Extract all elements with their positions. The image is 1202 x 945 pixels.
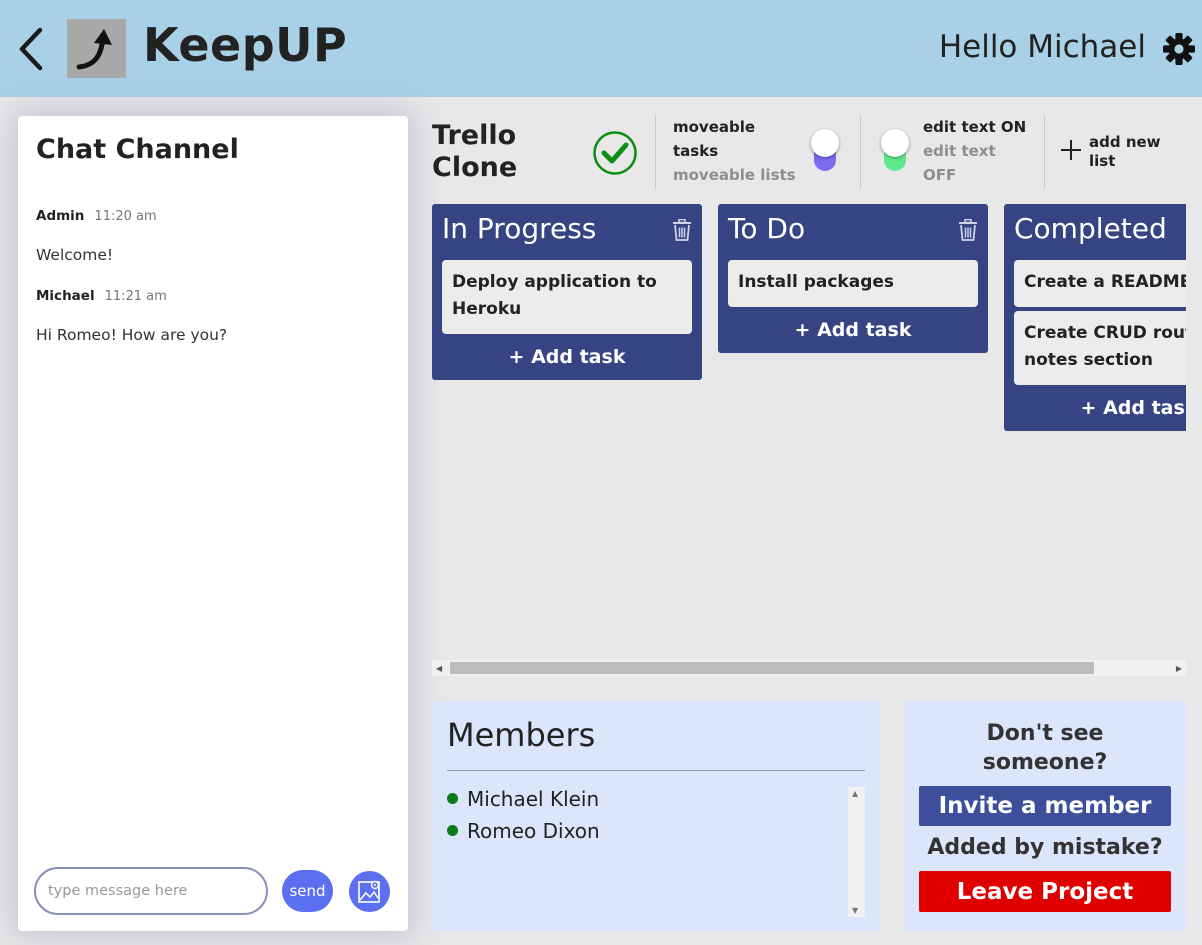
task-card[interactable]: Create CRUD routes for notes section: [1014, 311, 1186, 385]
trash-icon[interactable]: [672, 219, 692, 241]
scroll-down-icon[interactable]: ▼: [852, 906, 858, 915]
scroll-left-icon[interactable]: ◀: [436, 664, 442, 673]
add-list-button[interactable]: add new list: [1089, 133, 1169, 171]
arrow-up-logo-icon: [76, 29, 112, 70]
task-card[interactable]: Create a README: [1014, 260, 1186, 307]
chat-title: Chat Channel: [36, 134, 239, 165]
image-location-icon: [358, 880, 380, 903]
edit-text-toggle[interactable]: [881, 129, 909, 171]
mistake-question: Added by mistake?: [927, 835, 1163, 860]
member-name: Romeo Dixon: [467, 819, 600, 843]
scroll-up-icon[interactable]: ▲: [852, 789, 858, 798]
scrollbar-thumb[interactable]: [450, 662, 1094, 674]
online-status-icon: [447, 793, 458, 804]
divider: [655, 116, 656, 188]
app-logo: [67, 19, 126, 78]
scroll-right-icon[interactable]: ▶: [1176, 664, 1182, 673]
list-title: To Do: [728, 212, 806, 245]
divider: [447, 770, 865, 771]
add-task-button[interactable]: + Add task: [1004, 397, 1186, 419]
message-user: Admin: [36, 208, 85, 224]
add-task-button[interactable]: + Add task: [718, 319, 988, 341]
app-brand: KeepUP: [143, 18, 348, 72]
member-name: Michael Klein: [467, 787, 600, 811]
message-meta: Michael 11:21 am: [36, 288, 167, 304]
plus-icon[interactable]: [1060, 139, 1082, 161]
app-header: KeepUP Hello Michael: [0, 0, 1202, 97]
board-title-line: Clone: [432, 152, 518, 183]
check-circle-icon[interactable]: [592, 130, 638, 176]
toggle-inactive-label: edit text OFF: [923, 142, 996, 184]
moveable-toggle[interactable]: [811, 129, 839, 171]
list-completed[interactable]: Completed Create a README Create CRUD ro…: [1004, 204, 1186, 431]
chat-panel: Chat Channel Admin 11:20 am Welcome! Mich…: [18, 116, 408, 931]
settings-gear-icon[interactable]: [1162, 32, 1196, 66]
board-horizontal-scrollbar[interactable]: ◀ ▶: [432, 660, 1186, 676]
divider: [860, 116, 861, 188]
message-meta: Admin 11:20 am: [36, 208, 157, 224]
toggle-knob: [881, 129, 909, 157]
task-card[interactable]: Deploy application to Heroku: [442, 260, 692, 334]
invite-member-button[interactable]: Invite a member: [919, 786, 1171, 826]
back-arrow-icon[interactable]: [14, 24, 50, 74]
message-text: Welcome!: [36, 246, 114, 264]
send-image-button[interactable]: [349, 871, 390, 912]
toggle-knob: [811, 129, 839, 157]
add-task-button[interactable]: + Add task: [432, 346, 702, 368]
trash-icon[interactable]: [958, 219, 978, 241]
board-title-line: Trello: [432, 120, 517, 151]
send-button[interactable]: send: [282, 870, 333, 912]
members-panel: Members Michael Klein Romeo Dixon ▲ ▼: [432, 701, 880, 931]
user-greeting: Hello Michael: [938, 29, 1146, 65]
members-title: Members: [447, 716, 596, 754]
list-title: Completed: [1014, 212, 1167, 245]
chat-message-input[interactable]: [34, 867, 268, 915]
invite-panel: Don't see someone? Invite a member Added…: [904, 701, 1186, 931]
toggle-inactive-label: moveable lists: [673, 166, 796, 184]
invite-question: Don't see someone?: [982, 721, 1108, 775]
leave-project-button[interactable]: Leave Project: [919, 871, 1171, 912]
list-in-progress[interactable]: In Progress Deploy application to Heroku…: [432, 204, 702, 380]
members-vertical-scrollbar[interactable]: ▲ ▼: [848, 787, 865, 917]
message-time: 11:20 am: [94, 209, 157, 224]
divider: [1044, 116, 1045, 188]
task-card[interactable]: Install packages: [728, 260, 978, 307]
online-status-icon: [447, 825, 458, 836]
board-title: Trello Clone: [432, 120, 517, 184]
toggle-active-label: moveable tasks: [673, 118, 756, 160]
list-to-do[interactable]: To Do Install packages + Add task: [718, 204, 988, 353]
board-lists-area: In Progress Deploy application to Heroku…: [432, 204, 1186, 660]
toggle-active-label: edit text ON: [923, 118, 1027, 136]
message-user: Michael: [36, 288, 95, 304]
list-title: In Progress: [442, 212, 597, 245]
member-item: Romeo Dixon: [447, 819, 600, 843]
message-time: 11:21 am: [104, 289, 167, 304]
message-text: Hi Romeo! How are you?: [36, 326, 228, 344]
member-item: Michael Klein: [447, 787, 599, 811]
